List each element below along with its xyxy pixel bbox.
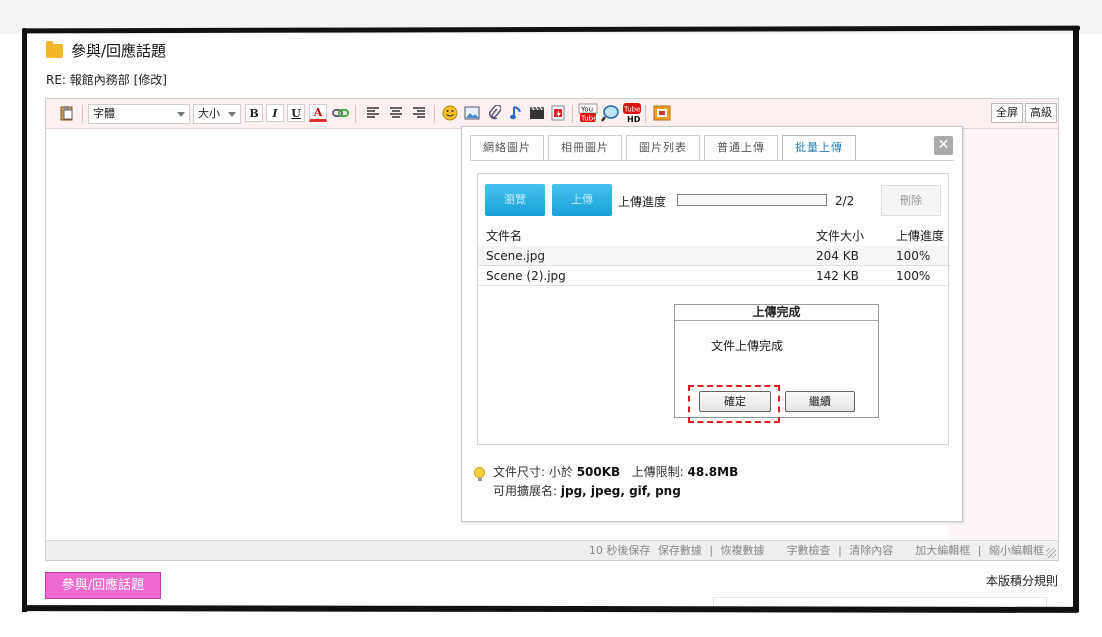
bold-button[interactable]: B <box>245 104 263 122</box>
toolbar-separator <box>82 105 83 123</box>
resize-handle-icon[interactable] <box>1046 548 1056 558</box>
svg-text:You: You <box>580 106 593 114</box>
status-link-restore-data[interactable]: 恢複數據 <box>721 544 765 557</box>
underline-button[interactable]: U <box>287 104 305 122</box>
paste-icon[interactable] <box>58 104 76 122</box>
link-icon[interactable] <box>332 104 350 122</box>
tip-limit-value: 48.8MB <box>687 465 739 479</box>
upload-file-table: 文件名 文件大小 上傳進度 Scene.jpg 204 KB 100% Scen… <box>478 226 948 286</box>
file-name: Scene (2).jpg <box>486 269 566 283</box>
tab-web-image[interactable]: 網絡圖片 <box>470 135 544 160</box>
font-color-button[interactable]: A <box>309 104 327 122</box>
frame-border-right <box>1073 28 1079 614</box>
upload-button[interactable]: 上傳 <box>552 184 612 216</box>
file-progress: 100% <box>896 269 931 283</box>
image-upload-dialog: 網絡圖片 相冊圖片 圖片列表 普通上傳 批量上傳 ✕ 瀏覽 上傳 上傳進度 2/… <box>461 126 963 522</box>
tabs-divider <box>470 160 954 161</box>
status-link-enlarge-editor[interactable]: 加大編輯框 <box>915 544 970 557</box>
status-link-clear-content[interactable]: 清除內容 <box>849 544 893 557</box>
editor-status-bar: 10 秒後保存 保存數據 | 恢複數據 字數檢查 | 清除內容 加大編輯框 | … <box>46 540 1058 560</box>
column-header-filename: 文件名 <box>486 229 523 243</box>
flash-icon[interactable] <box>549 104 567 122</box>
youtube-hd-icon[interactable]: Tube HD <box>622 103 642 124</box>
tip-size-value: 500KB <box>576 465 621 479</box>
align-right-icon[interactable] <box>410 104 428 122</box>
column-header-progress: 上傳進度 <box>896 229 945 243</box>
progress-count: 2/2 <box>835 194 855 208</box>
tip-size-label: 文件尺寸: 小於 <box>493 465 573 479</box>
tip-ext-label: 可用擴展名: <box>493 484 558 498</box>
delete-button[interactable]: 刪除 <box>881 185 941 216</box>
attachment-icon[interactable] <box>485 104 503 122</box>
post-subject: RE: 報館內務部 [修改] <box>46 73 167 87</box>
continue-button[interactable]: 繼續 <box>785 391 855 412</box>
column-header-filesize: 文件大小 <box>816 229 865 243</box>
status-link-shrink-editor[interactable]: 縮小編輯框 <box>989 544 1044 557</box>
frame-border-left <box>22 28 27 614</box>
submit-reply-button[interactable]: 參與/回應話題 <box>45 572 161 599</box>
toolbar-separator <box>434 105 435 123</box>
folder-icon <box>46 40 63 58</box>
italic-button[interactable]: I <box>266 104 284 122</box>
file-size: 204 KB <box>816 249 859 263</box>
points-rules-link[interactable]: 本版積分規則 <box>986 572 1058 589</box>
dialog-tabs: 網絡圖片 相冊圖片 圖片列表 普通上傳 批量上傳 <box>470 135 856 161</box>
lightbulb-icon <box>474 467 485 481</box>
tab-normal-upload[interactable]: 普通上傳 <box>704 135 778 160</box>
messagebox-title: 上傳完成 <box>675 305 878 321</box>
autosave-text: 10 秒後保存 <box>588 544 651 557</box>
tip-limit-label: 上傳限制: <box>631 465 684 479</box>
tip-ext-value: jpg, jpeg, gif, png <box>560 484 681 498</box>
upload-progress-bar <box>677 194 827 206</box>
upload-tip: 文件尺寸: 小於 500KB 上傳限制: 48.8MB 可用擴展名: jpg, … <box>474 463 738 501</box>
font-size-select[interactable]: 大小 <box>193 104 241 124</box>
smiley-icon[interactable] <box>441 104 459 122</box>
messagebox-text: 文件上傳完成 <box>711 339 784 353</box>
align-center-icon[interactable] <box>387 104 405 122</box>
font-family-label: 字體 <box>93 107 115 120</box>
editor-toolbar: 字體 大小 B I U A You Tube Tube HD 全屏 高級 <box>46 99 1058 129</box>
music-icon[interactable] <box>507 104 525 122</box>
file-progress: 100% <box>896 249 931 263</box>
tab-image-list[interactable]: 圖片列表 <box>626 135 700 160</box>
toolbar-separator <box>645 105 646 123</box>
toolbar-separator <box>355 105 356 123</box>
toolbar-separator <box>572 105 573 123</box>
tab-album-image[interactable]: 相冊圖片 <box>548 135 622 160</box>
progress-label: 上傳進度 <box>618 195 667 209</box>
confirm-highlight-box <box>688 385 780 423</box>
svg-text:Tube: Tube <box>580 115 597 123</box>
chevron-down-icon <box>177 112 185 117</box>
page-title: 參與/回應話題 <box>46 40 166 61</box>
chevron-down-icon <box>228 112 236 117</box>
media-icon[interactable] <box>653 104 671 122</box>
file-size: 142 KB <box>816 269 859 283</box>
status-link-save-data[interactable]: 保存數據 <box>658 544 702 557</box>
close-icon[interactable]: ✕ <box>934 136 953 155</box>
tab-batch-upload[interactable]: 批量上傳 <box>782 135 856 161</box>
tip-ext-line: 可用擴展名: jpg, jpeg, gif, png <box>474 482 738 501</box>
youtube-icon[interactable]: You Tube <box>578 103 598 123</box>
editor-margin <box>948 129 1058 539</box>
table-row[interactable]: Scene.jpg 204 KB 100% <box>478 246 948 266</box>
page-title-text: 參與/回應話題 <box>71 42 167 60</box>
table-header-row: 文件名 文件大小 上傳進度 <box>478 226 948 246</box>
file-name: Scene.jpg <box>486 249 545 263</box>
frame-below-area <box>0 612 1102 637</box>
font-family-select[interactable]: 字體 <box>88 104 190 124</box>
table-row[interactable]: Scene (2).jpg 142 KB 100% <box>478 266 948 286</box>
fullscreen-button[interactable]: 全屏 <box>991 103 1023 123</box>
browse-button[interactable]: 瀏覽 <box>485 184 545 216</box>
image-icon[interactable] <box>463 104 481 122</box>
tip-size-line: 文件尺寸: 小於 500KB 上傳限制: 48.8MB <box>474 463 738 482</box>
svg-text:HD: HD <box>627 115 641 124</box>
svg-text:Tube: Tube <box>623 106 640 114</box>
video-icon[interactable] <box>528 104 546 122</box>
advanced-button[interactable]: 高級 <box>1025 103 1057 123</box>
status-link-word-count[interactable]: 字數檢查 <box>787 544 831 557</box>
align-left-icon[interactable] <box>364 104 382 122</box>
font-size-label: 大小 <box>198 107 220 120</box>
search-icon[interactable] <box>600 104 620 122</box>
